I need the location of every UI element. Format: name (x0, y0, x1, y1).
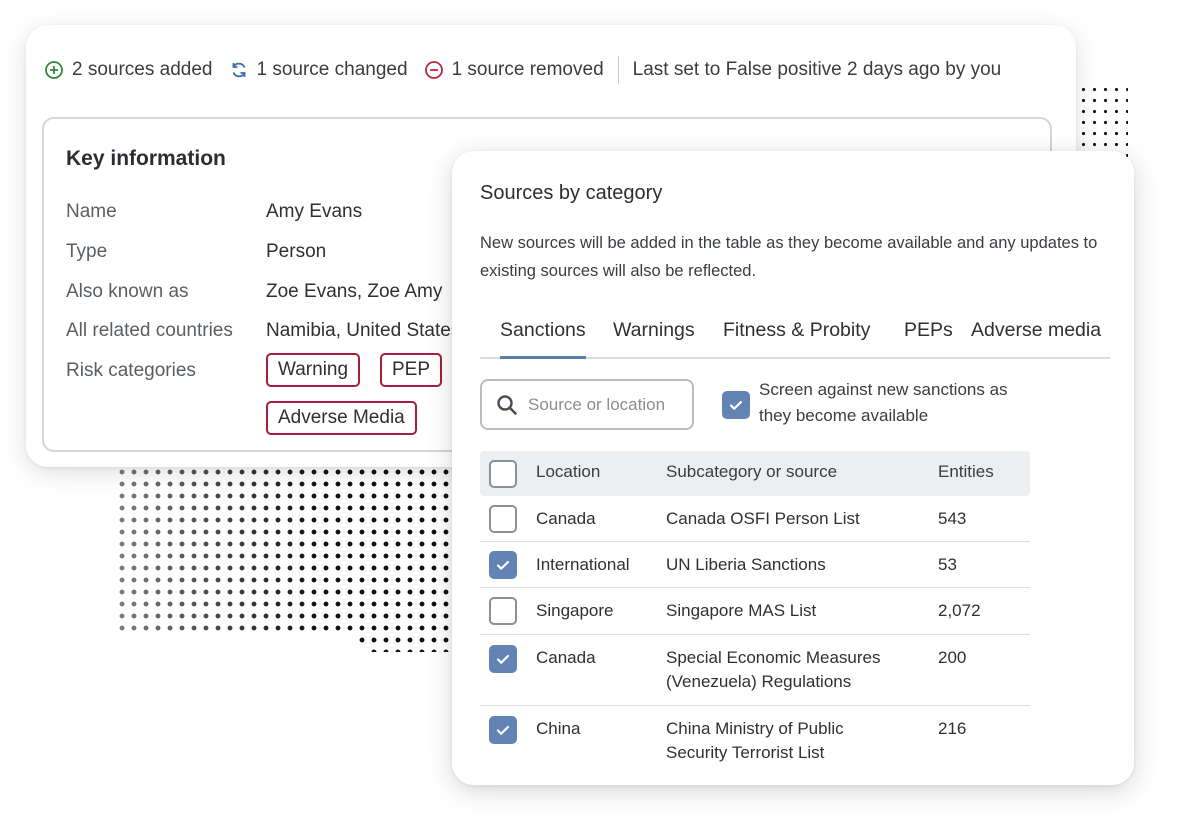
tab-adverse-media[interactable]: Adverse media (971, 319, 1101, 359)
divider (617, 56, 619, 84)
checkmark-icon (496, 725, 510, 735)
row-entities: 2,072 (938, 601, 981, 620)
row-source: Singapore MAS List (666, 601, 817, 620)
status-bar: 2 sources added 1 source changed 1 sourc… (44, 56, 1002, 84)
row-checkbox[interactable] (489, 716, 517, 744)
sources-removed-status: 1 source removed (424, 59, 604, 81)
refresh-icon (229, 60, 249, 80)
row-location: Canada (536, 509, 596, 528)
row-location: Canada (536, 648, 596, 667)
risk-tag-warning[interactable]: Warning (266, 353, 361, 387)
table-row[interactable]: Canada Canada OSFI Person List 543 (480, 496, 1030, 542)
key-information-title: Key information (66, 147, 226, 170)
checkmark-icon (729, 400, 743, 410)
sources-by-category-card: Sources by category New sources will be … (452, 151, 1134, 785)
tab-peps[interactable]: PEPs (904, 319, 953, 359)
table-row[interactable]: Singapore Singapore MAS List 2,072 (480, 588, 1030, 635)
source-search[interactable] (480, 379, 694, 430)
countries-value: Namibia, United States (266, 320, 461, 341)
row-checkbox[interactable] (489, 551, 517, 579)
row-entities: 53 (938, 555, 957, 574)
search-icon (496, 394, 518, 416)
countries-label: All related countries (66, 320, 233, 341)
table-row[interactable]: International UN Liberia Sanctions 53 (480, 542, 1030, 588)
sources-added-status: 2 sources added (44, 59, 213, 81)
dot-pattern-decoration (116, 466, 456, 652)
screen-new-sanctions-label: Screen against new sanctions as they bec… (759, 380, 1008, 425)
row-source: Special Economic Measures (Venezuela) Re… (666, 648, 881, 691)
type-value: Person (266, 241, 327, 262)
checkmark-icon (496, 560, 510, 570)
tab-warnings[interactable]: Warnings (613, 319, 695, 359)
risk-tag-pep[interactable]: PEP (380, 353, 443, 387)
name-label: Name (66, 201, 117, 222)
row-checkbox[interactable] (489, 645, 517, 673)
aka-label: Also known as (66, 281, 189, 302)
tab-fitness-probity[interactable]: Fitness & Probity (723, 319, 870, 359)
row-entities: 216 (938, 719, 967, 738)
plus-circle-icon (44, 60, 64, 80)
row-location: International (536, 555, 630, 574)
row-checkbox[interactable] (489, 505, 517, 533)
checkmark-icon (496, 654, 510, 664)
row-location: Singapore (536, 601, 614, 620)
category-tabs: Sanctions Warnings Fitness & Probity PEP… (480, 317, 1110, 359)
row-source: Canada OSFI Person List (666, 509, 860, 528)
sources-description: New sources will be added in the table a… (480, 234, 1098, 280)
type-label: Type (66, 241, 108, 262)
risk-categories-label: Risk categories (66, 360, 196, 381)
minus-circle-icon (424, 60, 444, 80)
sources-changed-text: 1 source changed (256, 59, 408, 80)
source-column-header[interactable]: Subcategory or source (666, 462, 837, 482)
table-header: Location Subcategory or source Entities (480, 451, 1030, 496)
table-row[interactable]: China China Ministry of Public Security … (480, 706, 1030, 778)
row-source: UN Liberia Sanctions (666, 555, 826, 574)
name-value: Amy Evans (266, 201, 363, 222)
row-source: China Ministry of Public Security Terror… (666, 719, 844, 762)
last-set-text: Last set to False positive 2 days ago by… (632, 59, 1002, 80)
sources-title: Sources by category (480, 182, 663, 204)
sources-removed-text: 1 source removed (451, 59, 604, 80)
aka-value: Zoe Evans, Zoe Amy (266, 281, 443, 302)
row-entities: 543 (938, 509, 967, 528)
search-input[interactable] (528, 394, 678, 415)
row-location: China (536, 719, 581, 738)
row-entities: 200 (938, 648, 967, 667)
tab-sanctions[interactable]: Sanctions (500, 319, 586, 359)
entities-column-header[interactable]: Entities (938, 462, 994, 482)
sources-changed-status: 1 source changed (229, 59, 408, 81)
screen-new-sanctions-checkbox[interactable] (722, 391, 750, 419)
stage: 2 sources added 1 source changed 1 sourc… (0, 0, 1180, 831)
table-row[interactable]: Canada Special Economic Measures (Venezu… (480, 635, 1030, 706)
sources-added-text: 2 sources added (72, 59, 213, 80)
location-column-header[interactable]: Location (536, 462, 600, 482)
select-all-checkbox[interactable] (489, 460, 517, 488)
risk-tag-adverse-media[interactable]: Adverse Media (266, 401, 417, 435)
row-checkbox[interactable] (489, 597, 517, 625)
